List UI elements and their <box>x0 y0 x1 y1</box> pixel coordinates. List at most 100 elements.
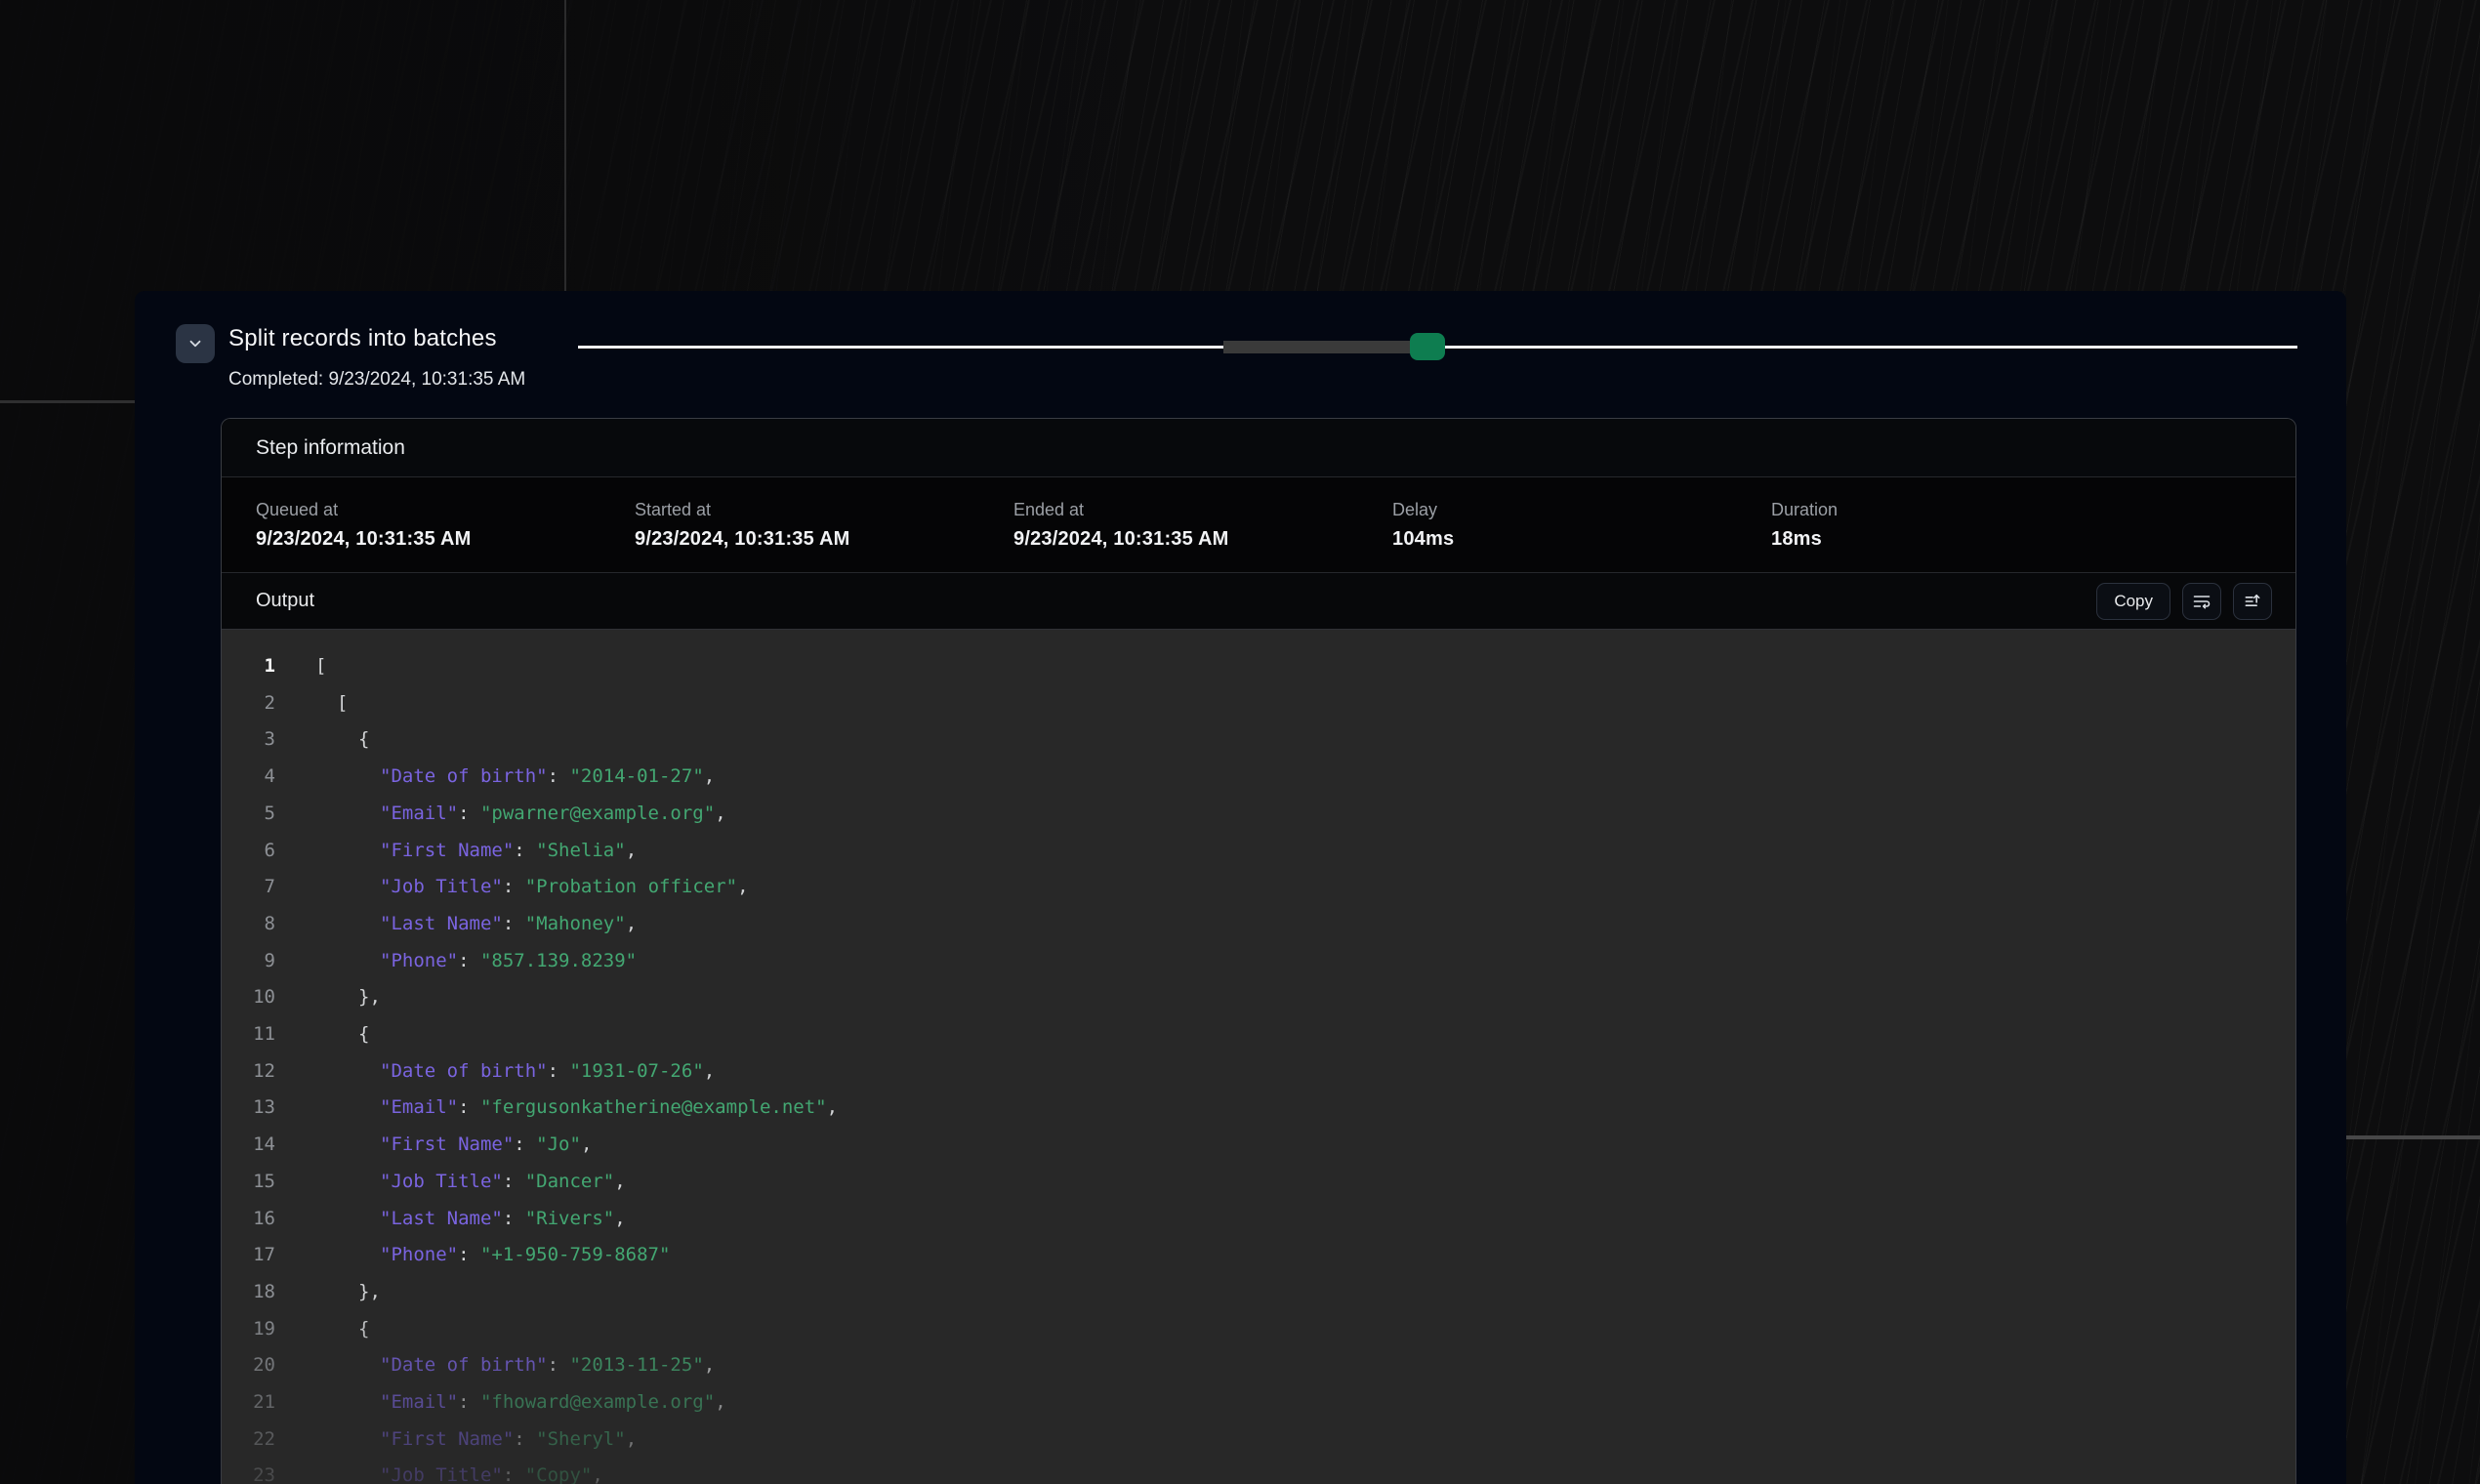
chevron-down-icon <box>186 335 204 352</box>
meta-label: Ended at <box>1013 500 1392 520</box>
background-horizontal-line-left <box>0 400 135 403</box>
code-line: 4 "Date of birth": "2014-01-27", <box>222 759 2295 796</box>
line-number: 4 <box>222 759 275 796</box>
line-number: 13 <box>222 1090 275 1127</box>
line-number: 19 <box>222 1311 275 1348</box>
line-number: 1 <box>222 648 275 685</box>
line-content: "Email": "fhoward@example.org", <box>315 1384 726 1422</box>
background-horizontal-line-right <box>2345 1135 2480 1139</box>
line-content: "Date of birth": "2014-01-27", <box>315 759 715 796</box>
code-line: 2[ <box>222 685 2295 722</box>
line-content: "Last Name": "Mahoney", <box>315 906 637 943</box>
line-content: }, <box>315 1274 381 1311</box>
line-content: { <box>315 721 369 759</box>
wrap-text-icon <box>2192 592 2211 611</box>
line-content: { <box>315 1311 369 1348</box>
line-number: 5 <box>222 796 275 833</box>
code-lines: 1[2[3{4"Date of birth": "2014-01-27",5"E… <box>222 648 2295 1484</box>
line-content: "Email": "pwarner@example.org", <box>315 796 726 833</box>
line-number: 15 <box>222 1164 275 1201</box>
line-number: 9 <box>222 943 275 980</box>
code-line: 12 "Date of birth": "1931-07-26", <box>222 1053 2295 1091</box>
code-line: 8"Last Name": "Mahoney", <box>222 906 2295 943</box>
line-content: "Job Title": "Dancer", <box>315 1164 626 1201</box>
code-line: 14 "First Name": "Jo", <box>222 1127 2295 1164</box>
meta-label: Queued at <box>256 500 635 520</box>
line-content: "Phone": "+1-950-759-8687" <box>315 1237 670 1274</box>
code-line: 13 "Email": "fergusonkatherine@example.ne… <box>222 1090 2295 1127</box>
line-number: 18 <box>222 1274 275 1311</box>
meta-value: 9/23/2024, 10:31:35 AM <box>256 528 635 551</box>
meta-field-delay: Delay 104ms <box>1392 500 1771 551</box>
line-content: { <box>315 1016 369 1053</box>
output-code-viewer[interactable]: 1[2[3{4"Date of birth": "2014-01-27",5"E… <box>222 630 2295 1484</box>
line-content: "Last Name": "Rivers", <box>315 1201 626 1238</box>
collapse-step-button[interactable] <box>176 324 215 363</box>
meta-value: 18ms <box>1771 528 2150 551</box>
line-number: 12 <box>222 1053 275 1091</box>
meta-label: Delay <box>1392 500 1771 520</box>
background-vertical-line <box>564 0 566 291</box>
line-content: "First Name": "Jo", <box>315 1127 592 1164</box>
line-number: 21 <box>222 1384 275 1422</box>
meta-value: 9/23/2024, 10:31:35 AM <box>635 528 1013 551</box>
step-information-card: Step information Queued at 9/23/2024, 10… <box>221 418 2296 1484</box>
line-number: 16 <box>222 1201 275 1238</box>
line-number: 22 <box>222 1422 275 1459</box>
step-information-title: Step information <box>256 436 405 460</box>
line-content: "Date of birth": "2013-11-25", <box>315 1347 715 1384</box>
code-line: 17 "Phone": "+1-950-759-8687" <box>222 1237 2295 1274</box>
line-content: "First Name": "Shelia", <box>315 833 637 870</box>
meta-value: 104ms <box>1392 528 1771 551</box>
timeline-handle[interactable] <box>1410 333 1445 360</box>
code-line: 20 "Date of birth": "2013-11-25", <box>222 1347 2295 1384</box>
code-line: 6"First Name": "Shelia", <box>222 833 2295 870</box>
line-content: "Date of birth": "1931-07-26", <box>315 1053 715 1091</box>
code-line: 22 "First Name": "Sheryl", <box>222 1422 2295 1459</box>
line-content: "Job Title": "Probation officer", <box>315 869 749 906</box>
timeline-buffer-segment <box>1223 341 1426 353</box>
line-number: 14 <box>222 1127 275 1164</box>
line-number: 3 <box>222 721 275 759</box>
code-line: 18}, <box>222 1274 2295 1311</box>
code-line: 16 "Last Name": "Rivers", <box>222 1201 2295 1238</box>
output-toolbar: Output Copy <box>222 573 2295 630</box>
code-line: 3{ <box>222 721 2295 759</box>
copy-output-button[interactable]: Copy <box>2096 583 2170 620</box>
code-line: 5 "Email": "pwarner@example.org", <box>222 796 2295 833</box>
scroll-to-top-icon <box>2243 592 2262 611</box>
line-number: 10 <box>222 979 275 1016</box>
execution-timeline <box>578 333 2297 362</box>
code-line: 9 "Phone": "857.139.8239" <box>222 943 2295 980</box>
code-line: 15 "Job Title": "Dancer", <box>222 1164 2295 1201</box>
code-line: 1[ <box>222 648 2295 685</box>
code-line: 7 "Job Title": "Probation officer", <box>222 869 2295 906</box>
line-content: "Email": "fergusonkatherine@example.net"… <box>315 1090 838 1127</box>
line-content: "Job Title": "Copy", <box>315 1458 603 1484</box>
step-information-header: Step information <box>222 419 2295 477</box>
line-content: [ <box>315 685 348 722</box>
code-line: 23 "Job Title": "Copy", <box>222 1458 2295 1484</box>
code-line: 21 "Email": "fhoward@example.org", <box>222 1384 2295 1422</box>
meta-label: Duration <box>1771 500 2150 520</box>
line-number: 20 <box>222 1347 275 1384</box>
line-content: "First Name": "Sheryl", <box>315 1422 637 1459</box>
step-metadata-row: Queued at 9/23/2024, 10:31:35 AM Started… <box>222 477 2295 573</box>
line-number: 23 <box>222 1458 275 1484</box>
meta-field-ended-at: Ended at 9/23/2024, 10:31:35 AM <box>1013 500 1392 551</box>
step-details-panel: Split records into batches Completed: 9/… <box>135 291 2346 1484</box>
meta-label: Started at <box>635 500 1013 520</box>
wrap-text-button[interactable] <box>2182 583 2221 620</box>
line-number: 2 <box>222 685 275 722</box>
code-line: 11{ <box>222 1016 2295 1053</box>
scroll-to-top-button[interactable] <box>2233 583 2272 620</box>
meta-field-started-at: Started at 9/23/2024, 10:31:35 AM <box>635 500 1013 551</box>
line-number: 7 <box>222 869 275 906</box>
code-line: 19 { <box>222 1311 2295 1348</box>
code-line: 10}, <box>222 979 2295 1016</box>
line-content: [ <box>315 648 326 685</box>
output-title: Output <box>256 590 314 612</box>
line-content: "Phone": "857.139.8239" <box>315 943 637 980</box>
line-number: 17 <box>222 1237 275 1274</box>
meta-field-duration: Duration 18ms <box>1771 500 2150 551</box>
